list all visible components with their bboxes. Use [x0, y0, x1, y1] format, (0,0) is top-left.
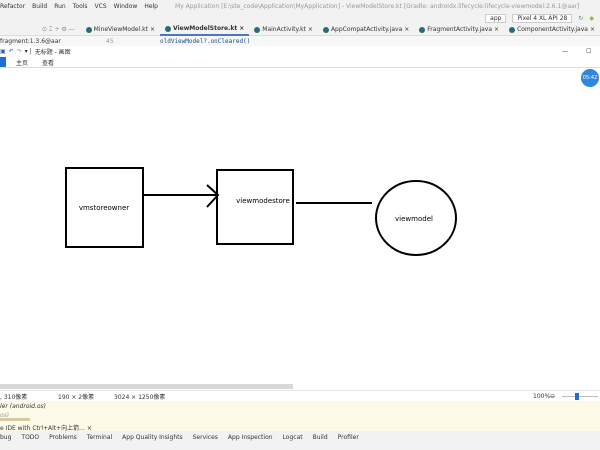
quick-access-dropdown[interactable]: ▾ |: [25, 48, 32, 55]
android-icon[interactable]: ◆: [589, 15, 594, 22]
editor-tabs: ⊙ ⌶ ÷ ⚙ — MineViewModel.kt × ViewModelSt…: [0, 24, 600, 36]
run-config-select[interactable]: app: [485, 13, 507, 23]
menu-bar: Refactor Build Run Tools VCS Window Help…: [0, 0, 600, 12]
ide-status-bar: [0, 443, 600, 450]
java-class-icon: [509, 26, 516, 33]
save-icon[interactable]: ▣: [0, 48, 6, 55]
tool-debug[interactable]: bug: [0, 434, 11, 441]
zoom-out-button[interactable]: ⊖: [550, 393, 555, 400]
tool-todo[interactable]: TODO: [21, 434, 39, 441]
viewmodestore-label: viewmodestore: [236, 197, 290, 205]
tool-build[interactable]: Build: [313, 434, 328, 441]
ribbon-tab-view[interactable]: 查看: [42, 58, 54, 67]
tool-terminal[interactable]: Terminal: [87, 434, 112, 441]
window-title: My Application [E:\ste_code\Application\…: [175, 2, 580, 10]
kotlin-file-icon: [165, 25, 172, 32]
viewmodestore-box: [216, 169, 294, 245]
clock-badge: 05:42: [581, 69, 599, 87]
tool-problems[interactable]: Problems: [49, 434, 77, 441]
undo-icon[interactable]: ↶: [9, 48, 14, 55]
diagram: vmstoreowner viewmodestore viewmodel: [65, 167, 457, 256]
zoom-slider[interactable]: [562, 396, 598, 397]
tool-logcat[interactable]: Logcat: [283, 434, 303, 441]
code-line: fragment:1.3.6@aar 45 oldViewModel?.onCl…: [0, 36, 600, 46]
tab-mineviewmodel[interactable]: MineViewModel.kt ×: [81, 24, 160, 36]
menu-tools[interactable]: Tools: [73, 3, 88, 10]
menu-help[interactable]: Help: [144, 3, 158, 10]
file-menu-button[interactable]: [0, 57, 6, 67]
menu-build[interactable]: Build: [32, 3, 47, 10]
tool-services[interactable]: Services: [193, 434, 218, 441]
ribbon-tab-home[interactable]: 主页: [16, 58, 28, 67]
notification-area: ler (android.os) os) e IDE with Ctrl+Alt…: [0, 401, 600, 432]
java-class-icon: [322, 26, 329, 33]
line-number: 45: [106, 37, 114, 45]
paint-canvas[interactable]: vmstoreowner viewmodestore viewmodel: [0, 68, 600, 380]
redo-icon[interactable]: ↷: [17, 48, 22, 55]
vmstoreowner-label: vmstoreowner: [79, 204, 129, 212]
canvas-size: 3024 × 1250像素: [114, 393, 166, 401]
tab-componentactivity[interactable]: ComponentActivity.java ×: [504, 24, 600, 36]
tool-app-quality-insights[interactable]: App Quality Insights: [122, 434, 182, 441]
tab-viewmodelstore[interactable]: ViewModelStore.kt ×: [160, 24, 250, 36]
java-class-icon: [419, 26, 426, 33]
project-tree-item[interactable]: fragment:1.3.6@aar: [0, 38, 100, 45]
paint-title-bar: ▣ ↶ ↷ ▾ | 无标题 - 画图 — ☐: [0, 46, 600, 57]
paint-status-bar: , 310像素 190 × 2像素 3024 × 1250像素 100% ⊖: [0, 390, 600, 401]
progress-bar: [0, 418, 30, 421]
cursor-position: , 310像素: [0, 393, 28, 401]
device-select[interactable]: Pixel 4 XL API 28: [512, 13, 573, 23]
code-text[interactable]: oldViewModel?.onCleared(): [160, 38, 250, 45]
minimize-button[interactable]: —: [562, 48, 568, 55]
viewmodel-label: viewmodel: [395, 215, 433, 223]
tool-app-inspection[interactable]: App Inspection: [228, 434, 273, 441]
menu-window[interactable]: Window: [114, 3, 138, 10]
editor-actions-icon[interactable]: ⊙ ⌶ ÷ ⚙ —: [0, 26, 81, 34]
tab-fragmentactivity[interactable]: FragmentActivity.java ×: [414, 24, 504, 36]
tool-profiler[interactable]: Profiler: [338, 434, 359, 441]
zoom-slider-thumb[interactable]: [575, 393, 579, 400]
selection-size: 190 × 2像素: [58, 393, 95, 401]
horizontal-scrollbar[interactable]: [0, 384, 293, 389]
toolbar: app Pixel 4 XL API 28 ↻ ◆: [0, 12, 600, 24]
menu-refactor[interactable]: Refactor: [0, 3, 25, 10]
menu-run[interactable]: Run: [54, 3, 66, 10]
tab-mainactivity[interactable]: MainActivity.kt ×: [249, 24, 318, 36]
menu-vcs[interactable]: VCS: [95, 3, 107, 10]
zoom-level: 100%: [533, 392, 551, 400]
maximize-button[interactable]: ☐: [586, 48, 591, 55]
tool-window-bar: bug TODO Problems Terminal App Quality I…: [0, 431, 600, 443]
ribbon-tabs: 主页 查看: [0, 57, 600, 68]
kotlin-file-icon: [85, 26, 92, 33]
sync-icon[interactable]: ↻: [578, 15, 583, 22]
paint-title: 无标题 - 画图: [34, 49, 71, 56]
notification-1: ler (android.os): [0, 403, 47, 410]
tab-appcompatactivity[interactable]: AppCompatActivity.java ×: [318, 24, 414, 36]
kotlin-file-icon: [254, 26, 261, 33]
